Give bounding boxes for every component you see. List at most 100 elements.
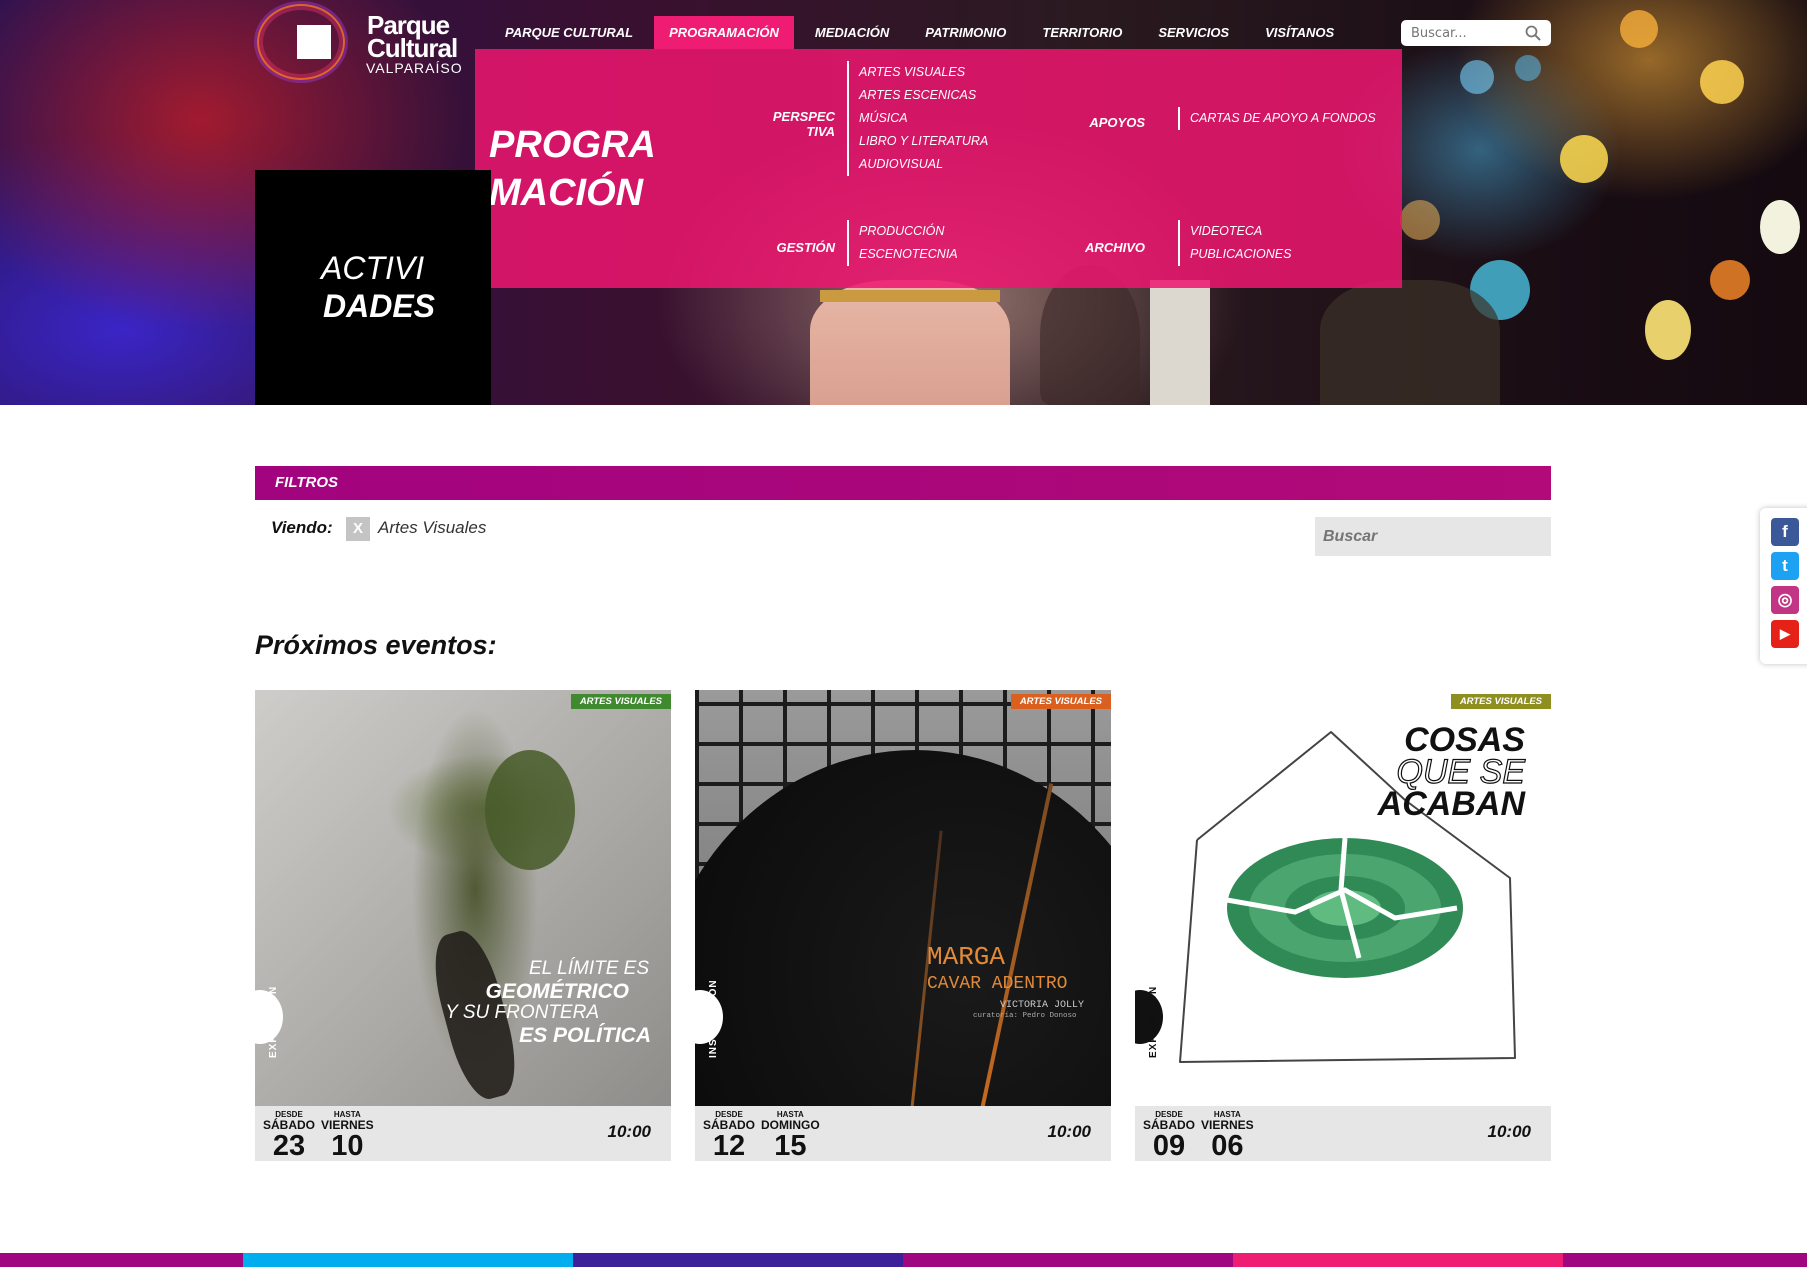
poster-line-3: ACABAN: [1377, 785, 1525, 823]
footer-stripe-segment: [243, 1253, 573, 1267]
menu-item-videoteca[interactable]: VIDEOTECA: [1190, 220, 1291, 243]
event-category-badge: ARTES VISUALES: [1010, 694, 1111, 709]
date-to: HASTA DOMINGO 15: [761, 1110, 820, 1161]
date-to-number: 15: [774, 1130, 807, 1162]
nav-item-mediacion[interactable]: MEDIACIÓN: [800, 16, 904, 49]
gestion-heading: GESTIÓN: [776, 240, 835, 255]
apoyos-list: CARTAS DE APOYO A FONDOS: [1178, 107, 1376, 130]
menu-item-cartas-apoyo[interactable]: CARTAS DE APOYO A FONDOS: [1190, 107, 1376, 130]
nav-item-parque-cultural[interactable]: PARQUE CULTURAL: [490, 16, 648, 49]
footer-stripe-segment: [903, 1253, 1233, 1267]
perspectiva-heading: PERSPEC TIVA: [770, 109, 835, 139]
footer-stripe-segment: [0, 1253, 243, 1267]
poster-line-2: CAVAR ADENTRO: [927, 974, 1068, 994]
site-logo[interactable]: Parque Cultural VALPARAÍSO: [255, 0, 465, 80]
filters-bar[interactable]: FILTROS: [255, 466, 1551, 500]
date-from-number: 09: [1152, 1130, 1186, 1162]
menu-item-audiovisual[interactable]: AUDIOVISUAL: [859, 153, 988, 176]
poster-line-3: Y SU FRONTERA: [445, 1002, 599, 1023]
date-to-number: 10: [331, 1130, 364, 1162]
menu-item-publicaciones[interactable]: PUBLICACIONES: [1190, 243, 1291, 266]
poster-line-2: GEOMÉTRICO: [485, 980, 629, 1003]
youtube-icon[interactable]: ▶: [1771, 620, 1799, 648]
viewing-label: Viendo:: [271, 518, 333, 537]
event-category-badge: ARTES VISUALES: [570, 694, 671, 709]
event-time: 10:00: [1487, 1122, 1531, 1141]
archivo-heading: ARCHIVO: [1085, 240, 1145, 255]
section-title-line-1: ACTIVI: [321, 250, 425, 286]
nav-item-territorio[interactable]: TERRITORIO: [1027, 16, 1137, 49]
main-nav: PARQUE CULTURAL PROGRAMACIÓN MEDIACIÓN P…: [490, 16, 1355, 49]
filter-search: [1315, 517, 1551, 556]
event-image[interactable]: ARTES VISUALES MARGA CAVAR ADENTRO VICTO…: [695, 690, 1111, 1106]
menu-item-artes-escenicas[interactable]: ARTES ESCENICAS: [859, 84, 988, 107]
event-type-label: EXPOSICIÓN: [268, 985, 279, 1058]
remove-filter-button[interactable]: X: [346, 517, 370, 541]
section-title-line-2: DADES: [323, 288, 436, 324]
event-category-badge: ARTES VISUALES: [1450, 694, 1551, 709]
filters-title: FILTROS: [275, 474, 339, 491]
date-from-number: 12: [712, 1130, 746, 1162]
menu-item-musica[interactable]: MÚSICA: [859, 107, 988, 130]
filter-search-input[interactable]: [1315, 517, 1551, 556]
nav-item-servicios[interactable]: SERVICIOS: [1143, 16, 1244, 49]
event-time: 10:00: [607, 1122, 651, 1141]
date-from: DESDE SÁBADO 23: [263, 1110, 315, 1161]
menu-item-artes-visuales[interactable]: ARTES VISUALES: [859, 61, 988, 84]
logo-square-icon: [297, 25, 331, 59]
menu-item-escenotecnia[interactable]: ESCENOTECNIA: [859, 243, 958, 266]
date-from: DESDE SÁBADO 09: [1143, 1110, 1195, 1161]
nav-item-programacion[interactable]: PROGRAMACIÓN: [654, 16, 794, 49]
poster-line-1: COSAS: [1404, 721, 1525, 759]
event-dates: DESDE SÁBADO 23 HASTA VIERNES 10 10:00: [255, 1106, 671, 1161]
mega-title-line-2: MACIÓN: [489, 172, 644, 214]
event-image[interactable]: ARTES VISUALES COSAS QUE SE ACABAN EXPOS…: [1135, 690, 1551, 1106]
date-from: DESDE SÁBADO 12: [703, 1110, 755, 1161]
event-time: 10:00: [1047, 1122, 1091, 1141]
perspectiva-heading-line-2: TIVA: [806, 124, 835, 139]
poster-line-1: MARGA: [927, 942, 1006, 972]
facebook-icon[interactable]: f: [1771, 518, 1799, 546]
event-type-label: INSTALACIÓN: [708, 979, 719, 1058]
footer-stripe-segment: [1563, 1253, 1807, 1267]
perspectiva-heading-line-1: PERSPEC: [772, 109, 835, 124]
mega-title-line-1: PROGRA: [489, 124, 656, 166]
event-image[interactable]: ARTES VISUALES EL LÍMITE ES GEOMÉTRICO Y…: [255, 690, 671, 1106]
footer-stripe-segment: [1233, 1253, 1563, 1267]
apoyos-heading: APOYOS: [1089, 115, 1145, 130]
poster-line-4: curatoría: Pedro Donoso: [973, 1012, 1077, 1020]
date-from-number: 23: [272, 1130, 306, 1162]
event-dates: DESDE SÁBADO 12 HASTA DOMINGO 15 10:00: [695, 1106, 1111, 1161]
date-to-number: 06: [1211, 1130, 1244, 1162]
perspectiva-list: ARTES VISUALES ARTES ESCENICAS MÚSICA LI…: [847, 61, 988, 176]
poster-line-2: QUE SE: [1396, 753, 1526, 791]
twitter-icon[interactable]: t: [1771, 552, 1799, 580]
mega-title: PROGRA MACIÓN: [489, 121, 656, 217]
nav-item-patrimonio[interactable]: PATRIMONIO: [910, 16, 1021, 49]
date-to: HASTA VIERNES 10: [321, 1110, 374, 1161]
event-card[interactable]: ARTES VISUALES EL LÍMITE ES GEOMÉTRICO Y…: [255, 690, 671, 1161]
event-card[interactable]: ARTES VISUALES MARGA CAVAR ADENTRO VICTO…: [695, 690, 1111, 1161]
menu-item-libro-literatura[interactable]: LIBRO Y LITERATURA: [859, 130, 988, 153]
section-title-box: ACTIVI DADES: [255, 170, 491, 405]
active-filter-value: Artes Visuales: [378, 518, 487, 537]
top-search: [1401, 20, 1551, 46]
top-search-input[interactable]: [1401, 20, 1521, 46]
archivo-list: VIDEOTECA PUBLICACIONES: [1178, 220, 1291, 266]
poster-line-4: ES POLÍTICA: [519, 1024, 651, 1047]
logo-line-2: Cultural: [367, 33, 458, 63]
search-icon[interactable]: [1525, 25, 1541, 41]
event-card[interactable]: ARTES VISUALES COSAS QUE SE ACABAN EXPOS…: [1135, 690, 1551, 1161]
events-heading: Próximos eventos:: [255, 630, 497, 660]
footer-stripe-segment: [573, 1253, 903, 1267]
nav-item-visitanos[interactable]: VISÍTANOS: [1250, 16, 1349, 49]
event-type-label: EXPOSICIÓN: [1148, 985, 1159, 1058]
social-sidebar: f t ◎ ▶: [1760, 508, 1807, 664]
poster-line-3: VICTORIA JOLLY: [1000, 1000, 1085, 1011]
date-to: HASTA VIERNES 06: [1201, 1110, 1254, 1161]
poster-line-1: EL LÍMITE ES: [528, 958, 649, 979]
logo-line-3: VALPARAÍSO: [366, 60, 463, 76]
instagram-icon[interactable]: ◎: [1771, 586, 1799, 614]
menu-item-produccion[interactable]: PRODUCCIÓN: [859, 220, 958, 243]
gestion-list: PRODUCCIÓN ESCENOTECNIA: [847, 220, 958, 266]
